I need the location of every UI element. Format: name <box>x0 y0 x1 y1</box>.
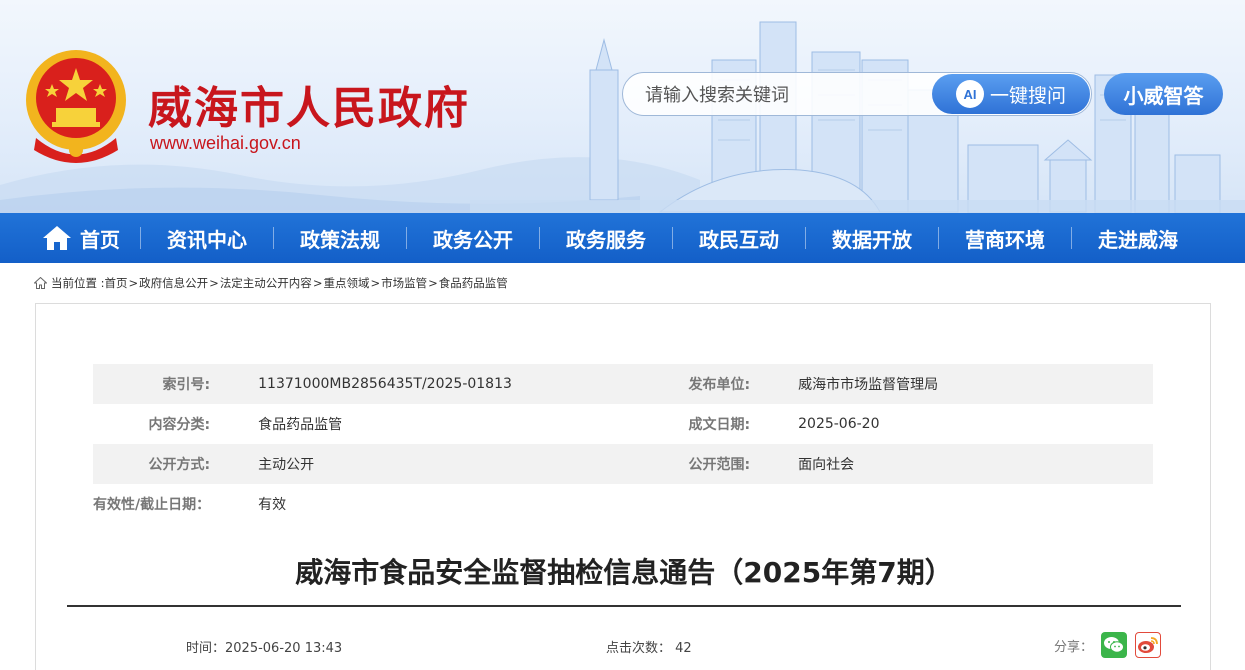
breadcrumb-separator: > <box>370 276 381 290</box>
one-click-search-button[interactable]: AI 一键搜问 <box>932 74 1090 114</box>
meta-row: 索引号: 11371000MB2856435T/2025-01813 发布单位:… <box>93 364 1153 404</box>
nav-item-label: 政务公开 <box>433 227 513 252</box>
meta-label: 内容分类: <box>148 417 211 433</box>
meta-label: 有效性/截止日期： <box>93 497 211 513</box>
share-label: 分享： <box>1054 639 1094 655</box>
main-nav: 首页 资讯中心 政策法规 政务公开 政务服务 政民互动 数据开放 营商环境 走进… <box>0 213 1245 263</box>
publish-time: 时间：2025-06-20 13:43 <box>186 637 342 656</box>
breadcrumb-item[interactable]: 食品药品监管 <box>439 275 508 291</box>
nav-item-gov-services[interactable]: 政务服务 <box>540 213 672 263</box>
nav-item-about-weihai[interactable]: 走进威海 <box>1072 213 1204 263</box>
breadcrumb-item[interactable]: 政府信息公开 <box>139 275 208 291</box>
meta-empty <box>760 484 1153 524</box>
site-url[interactable]: www.weihai.gov.cn <box>150 133 301 154</box>
click-count-value: 42 <box>675 641 692 656</box>
meta-label: 公开范围: <box>640 444 761 484</box>
meta-label: 索引号: <box>93 364 221 404</box>
search-input[interactable] <box>645 81 925 109</box>
meta-row: 公开方式: 主动公开 公开范围: 面向社会 <box>93 444 1153 484</box>
breadcrumb-separator: > <box>312 276 323 290</box>
national-emblem-icon <box>26 50 126 163</box>
meta-index-number: 11371000MB2856435T/2025-01813 <box>220 364 641 404</box>
meta-row: 内容分类: 食品药品监管 成文日期: 2025-06-20 <box>93 404 1153 444</box>
breadcrumb: 当前位置 : 首页 > 政府信息公开 > 法定主动公开内容 > 重点领域 > 市… <box>34 275 508 291</box>
breadcrumb-item[interactable]: 重点领域 <box>323 275 369 291</box>
meta-label: 公开方式: <box>93 444 221 484</box>
meta-created-date: 2025-06-20 <box>798 416 880 432</box>
meta-label: 成文日期: <box>688 417 751 433</box>
breadcrumb-item[interactable]: 法定主动公开内容 <box>220 275 312 291</box>
nav-item-policy[interactable]: 政策法规 <box>274 213 406 263</box>
assistant-button-label: 小威智答 <box>1123 83 1204 108</box>
breadcrumb-separator: > <box>209 276 219 290</box>
nav-item-label: 首页 <box>80 227 120 252</box>
meta-row: 有效性/截止日期： 有效 <box>93 484 1153 524</box>
article-title: 威海市食品安全监督抽检信息通告（2025年第7期） <box>295 556 953 589</box>
wechat-share-button[interactable] <box>1101 632 1128 658</box>
nav-item-home[interactable]: 首页 <box>22 213 140 263</box>
meta-disclosure-method: 主动公开 <box>220 444 641 484</box>
nav-item-label: 政民互动 <box>699 227 779 252</box>
weibo-icon <box>1138 637 1158 653</box>
search-button-label: 一键搜问 <box>989 84 1066 107</box>
breadcrumb-separator: > <box>428 276 438 290</box>
nav-item-label: 政务服务 <box>566 227 646 252</box>
meta-label: 发布单位: <box>640 364 761 404</box>
meta-category: 食品药品监管 <box>258 417 343 433</box>
publish-time-value: 2025-06-20 13:43 <box>225 641 343 656</box>
nav-item-label: 数据开放 <box>832 227 912 252</box>
meta-empty <box>640 484 760 524</box>
breadcrumb-prefix: 当前位置 : <box>51 276 105 290</box>
breadcrumb-item[interactable]: 市场监管 <box>381 275 427 291</box>
share-bar: 分享： <box>1054 632 1162 658</box>
nav-item-gov-disclosure[interactable]: 政务公开 <box>407 213 539 263</box>
assistant-button[interactable]: 小威智答 <box>1104 73 1223 115</box>
title-divider <box>67 605 1181 607</box>
weibo-share-button[interactable] <box>1135 632 1162 658</box>
nav-item-label: 资讯中心 <box>167 227 247 252</box>
nav-item-open-data[interactable]: 数据开放 <box>806 213 938 263</box>
breadcrumb-item[interactable]: 首页 <box>105 275 128 291</box>
breadcrumb-separator: > <box>128 276 139 290</box>
wechat-icon <box>1104 637 1125 653</box>
nav-item-label: 营商环境 <box>965 227 1045 252</box>
click-count: 点击次数： 42 <box>606 637 692 656</box>
nav-item-label: 政策法规 <box>300 227 380 252</box>
meta-publisher: 威海市市场监督管理局 <box>760 364 1153 404</box>
nav-item-interaction[interactable]: 政民互动 <box>673 213 805 263</box>
click-count-label: 点击次数： <box>606 641 672 656</box>
nav-item-label: 走进威海 <box>1098 227 1178 252</box>
nav-item-business[interactable]: 营商环境 <box>939 213 1071 263</box>
ai-icon: AI <box>955 80 984 108</box>
meta-disclosure-scope: 面向社会 <box>760 444 1153 484</box>
document-meta-table: 索引号: 11371000MB2856435T/2025-01813 发布单位:… <box>93 364 1153 524</box>
meta-validity: 有效 <box>258 497 287 513</box>
nav-item-news[interactable]: 资讯中心 <box>141 213 273 263</box>
site-title: 威海市人民政府 <box>148 83 470 134</box>
home-icon <box>43 226 71 250</box>
publish-time-label: 时间： <box>186 641 226 656</box>
content-panel: 索引号: 11371000MB2856435T/2025-01813 发布单位:… <box>35 303 1211 670</box>
location-home-icon <box>34 277 47 289</box>
